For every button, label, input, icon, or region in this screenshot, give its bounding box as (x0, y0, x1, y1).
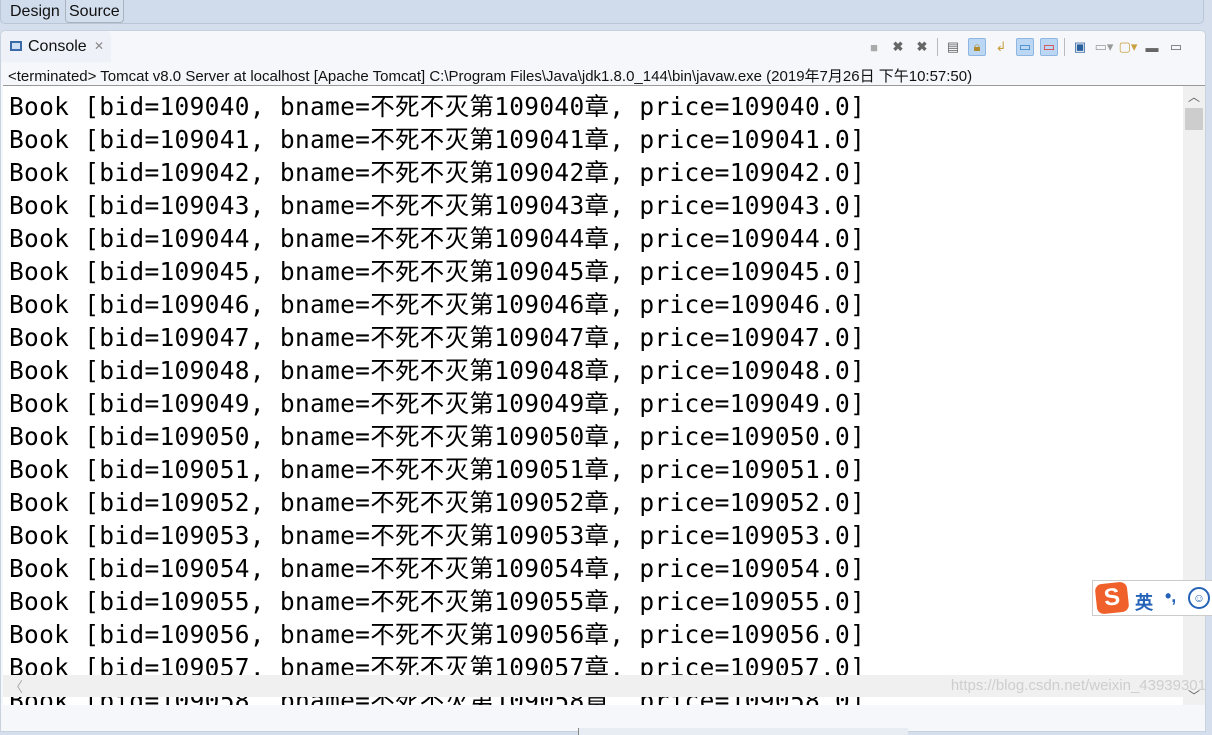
remove-all-terminated-icon[interactable]: ✖ (913, 38, 931, 56)
open-console-icon[interactable]: ▢▾ (1119, 38, 1138, 56)
console-line: Book [bid=109056, bname=不死不灭第109056章, pr… (9, 620, 866, 649)
tab-design[interactable]: Design (7, 0, 63, 23)
terminate-icon[interactable]: ■ (865, 38, 883, 56)
maximize-icon[interactable]: ▭ (1167, 38, 1185, 56)
ime-mode[interactable]: 英 (1135, 589, 1153, 615)
console-line: Book [bid=109048, bname=不死不灭第109048章, pr… (9, 356, 866, 385)
show-on-stdout-icon[interactable]: ▭ (1016, 38, 1034, 56)
console-line: Book [bid=109046, bname=不死不灭第109046章, pr… (9, 290, 866, 319)
console-line: Book [bid=109041, bname=不死不灭第109041章, pr… (9, 125, 866, 154)
pin-console-icon[interactable]: ▣ (1071, 38, 1089, 56)
console-line: Book [bid=109053, bname=不死不灭第109053章, pr… (9, 521, 866, 550)
console-line: Book [bid=109043, bname=不死不灭第109043章, pr… (9, 191, 866, 220)
remove-launch-icon[interactable]: ✖ (889, 38, 907, 56)
console-toolbar: ■ ✖ ✖ ▤ 🔒︎ ↲ ▭ ▭ ▣ ▭▾ ▢▾ ▬ ▭ (865, 36, 1185, 58)
console-tab-label: Console (28, 38, 87, 55)
minimize-icon[interactable]: ▬ (1143, 38, 1161, 56)
emoji-icon[interactable]: ☺ (1188, 587, 1210, 609)
console-line: Book [bid=109040, bname=不死不灭第109040章, pr… (9, 92, 866, 121)
console-line: Book [bid=109049, bname=不死不灭第109049章, pr… (9, 389, 866, 418)
show-on-stderr-icon[interactable]: ▭ (1040, 38, 1058, 56)
console-line: Book [bid=109054, bname=不死不灭第109054章, pr… (9, 554, 866, 583)
console-output[interactable]: Book [bid=109058, bname=不死不灭第109058章, pr… (3, 85, 1205, 705)
console-line: Book [bid=109042, bname=不死不灭第109042章, pr… (9, 158, 866, 187)
console-line: Book [bid=109051, bname=不死不灭第109051章, pr… (9, 455, 866, 484)
scroll-left-icon[interactable]: 〈 (9, 677, 23, 697)
clear-console-icon[interactable]: ▤ (944, 38, 962, 56)
sogou-logo-icon[interactable]: S (1094, 581, 1130, 615)
display-console-icon[interactable]: ▭▾ (1095, 38, 1114, 56)
scrollbar-thumb[interactable] (1185, 108, 1203, 130)
console-line: Book [bid=109044, bname=不死不灭第109044章, pr… (9, 224, 866, 253)
console-line: Book [bid=109045, bname=不死不灭第109045章, pr… (9, 257, 866, 286)
editor-tab-bar: Design Source (0, 0, 1204, 24)
watermark: https://blog.csdn.net/weixin_43939301 (950, 677, 1206, 694)
separator (937, 38, 938, 56)
ime-punctuation[interactable]: •, (1165, 586, 1176, 607)
scroll-up-icon[interactable]: ︿ (1183, 88, 1205, 105)
console-tab[interactable]: Console ✕ (1, 31, 111, 62)
console-line: Book [bid=109047, bname=不死不灭第109047章, pr… (9, 323, 866, 352)
launch-status: <terminated> Tomcat v8.0 Server at local… (8, 68, 973, 85)
status-bar-fragment (578, 728, 908, 735)
separator (1064, 38, 1065, 56)
close-icon[interactable]: ✕ (94, 39, 104, 53)
tab-source[interactable]: Source (65, 0, 124, 23)
console-view: Console ✕ ■ ✖ ✖ ▤ 🔒︎ ↲ ▭ ▭ ▣ ▭▾ ▢▾ ▬ ▭ <… (0, 30, 1206, 732)
word-wrap-icon[interactable]: ↲ (992, 38, 1010, 56)
console-line: Book [bid=109052, bname=不死不灭第109052章, pr… (9, 488, 866, 517)
ime-toolbar[interactable]: S 英 •, ☺ (1092, 580, 1212, 616)
scroll-lock-icon[interactable]: 🔒︎ (968, 38, 986, 56)
console-line: Book [bid=109050, bname=不死不灭第109050章, pr… (9, 422, 866, 451)
console-icon (10, 41, 22, 51)
console-line: Book [bid=109055, bname=不死不灭第109055章, pr… (9, 587, 866, 616)
